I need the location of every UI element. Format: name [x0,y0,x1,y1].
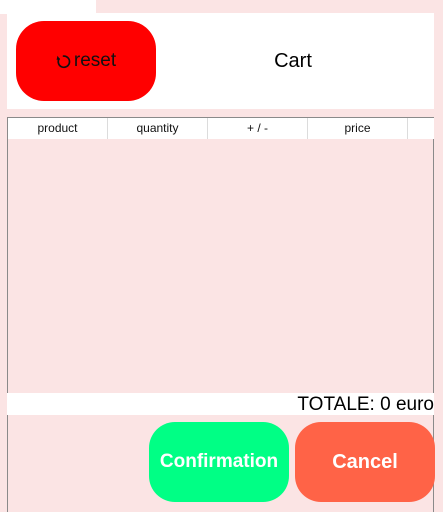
column-header-quantity: quantity [108,118,208,139]
confirm-button[interactable]: Confirmation [149,422,289,502]
cancel-button[interactable]: Cancel [295,422,435,502]
column-header-product: product [8,118,108,139]
reset-label: reset [73,50,117,71]
cancel-label: Cancel [332,450,398,473]
confirm-label: Confirmation [159,451,279,472]
reset-button[interactable]: reset [16,21,156,101]
total-label: TOTALE: 0 euro [7,393,434,415]
table-header: product quantity + / - price [8,118,434,139]
column-header-price: price [308,118,408,139]
column-header-adjust: + / - [208,118,308,139]
top-strip [0,0,96,14]
reset-icon [56,54,71,68]
page-title: Cart [274,50,312,72]
column-header-extra [408,118,434,139]
